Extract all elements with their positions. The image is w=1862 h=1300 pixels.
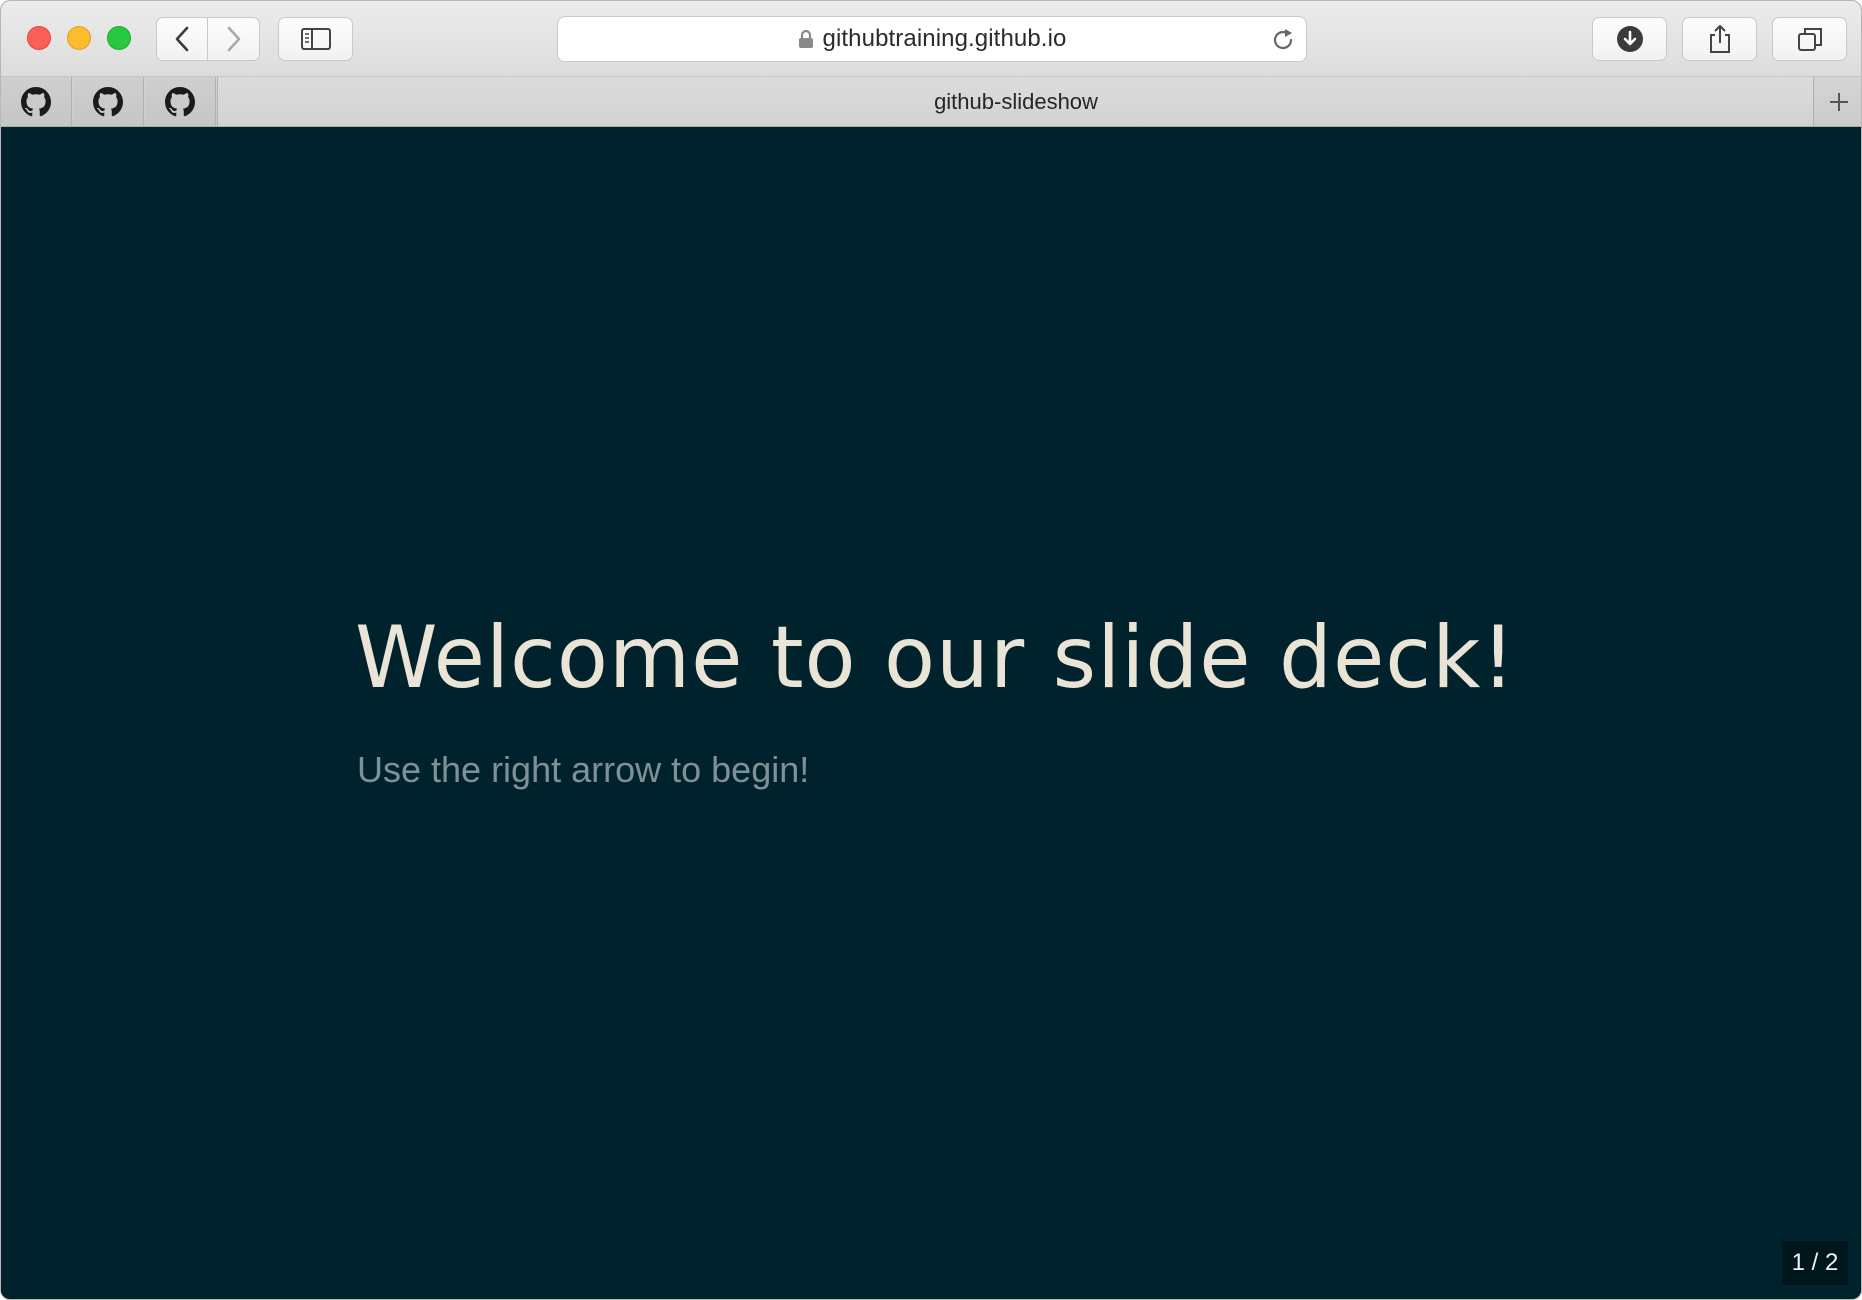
- github-icon: [21, 86, 51, 116]
- new-tab-button[interactable]: [1813, 77, 1861, 126]
- github-icon: [165, 86, 195, 116]
- browser-toolbar: githubtraining.github.io: [1, 1, 1861, 77]
- sidebar-icon: [300, 28, 331, 50]
- browser-window: githubtraining.github.io github-slidesho…: [0, 0, 1862, 1300]
- pinned-tab-1[interactable]: [1, 77, 72, 126]
- active-tab[interactable]: github-slideshow: [217, 77, 1814, 126]
- slide-content[interactable]: Welcome to our slide deck! Use the right…: [1, 127, 1861, 1299]
- window-maximize-button[interactable]: [107, 26, 131, 50]
- pinned-tab-3[interactable]: [145, 77, 216, 126]
- url-text: githubtraining.github.io: [822, 25, 1067, 52]
- tab-bar: github-slideshow: [1, 77, 1861, 127]
- tab-overview-button[interactable]: [1772, 17, 1847, 61]
- share-icon: [1709, 25, 1730, 53]
- downloads-button[interactable]: [1592, 17, 1667, 61]
- active-tab-title: github-slideshow: [934, 88, 1098, 114]
- tab-overview-icon: [1797, 28, 1822, 51]
- back-button[interactable]: [156, 17, 208, 61]
- window-close-button[interactable]: [27, 26, 51, 50]
- slide-page-counter: 1 / 2: [1782, 1241, 1848, 1285]
- sidebar-toggle-button[interactable]: [278, 17, 353, 61]
- chevron-right-icon: [227, 26, 240, 52]
- download-icon: [1616, 26, 1643, 52]
- github-icon: [93, 86, 123, 116]
- window-minimize-button[interactable]: [67, 26, 91, 50]
- plus-icon: [1829, 92, 1848, 111]
- forward-button[interactable]: [208, 17, 260, 61]
- lock-icon: [798, 29, 813, 48]
- slide-subtitle: Use the right arrow to begin!: [357, 749, 810, 790]
- chevron-left-icon: [175, 26, 189, 52]
- share-button[interactable]: [1682, 17, 1757, 61]
- pinned-tab-2[interactable]: [73, 77, 144, 126]
- reload-icon[interactable]: [1270, 26, 1296, 54]
- address-bar[interactable]: githubtraining.github.io: [557, 16, 1307, 62]
- slide-title: Welcome to our slide deck!: [355, 608, 1516, 708]
